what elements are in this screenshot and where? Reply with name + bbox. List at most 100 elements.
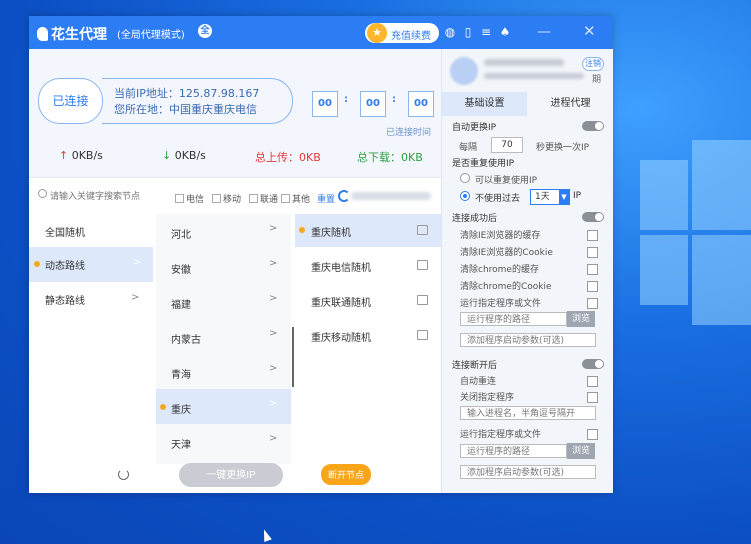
node-list: 重庆随机 重庆电信随机 重庆联通随机 重庆移动随机 <box>295 214 441 464</box>
avatar[interactable] <box>450 57 478 85</box>
chevron-right-icon: > <box>269 433 278 444</box>
bell-icon[interactable]: ♠ <box>498 25 512 39</box>
tab-basic-settings[interactable]: 基础设置 <box>442 92 527 116</box>
run-program-checkbox[interactable] <box>587 298 598 309</box>
auto-reconnect-label: 自动重连 <box>460 377 497 387</box>
status-panel: 已连接 当前IP地址：125.87.98.167 您所在地：中国重庆重庆电信 0… <box>29 49 441 177</box>
chevron-right-icon: > <box>269 398 278 409</box>
reset-link[interactable]: 重置 <box>317 192 335 205</box>
window-icon[interactable]: ▯ <box>461 25 475 39</box>
program-args-field[interactable]: 添加程序启动参数(可选) <box>460 333 596 347</box>
connect-status-button[interactable]: 已连接 <box>38 78 103 124</box>
on-connect-toggle[interactable] <box>582 212 604 222</box>
list-item[interactable]: 重庆移动随机 <box>295 319 441 352</box>
selected-dot-icon <box>299 227 305 233</box>
run-program-checkbox-2[interactable] <box>587 429 598 440</box>
menu-icon[interactable]: ≡ <box>479 25 493 39</box>
disconnect-button[interactable]: 断开节点 <box>321 464 371 485</box>
recharge-button[interactable]: ★ 充值续费 <box>365 23 439 43</box>
blurred-username <box>484 59 564 66</box>
proxy-mode-label: (全局代理模式) <box>117 30 185 41</box>
list-item[interactable]: 动态路线 > <box>29 247 153 282</box>
list-item-label: 重庆移动随机 <box>311 333 371 344</box>
clear-chrome-cache-checkbox[interactable] <box>587 264 598 275</box>
refresh-icon[interactable] <box>118 469 129 480</box>
clear-chrome-cookie-checkbox[interactable] <box>587 281 598 292</box>
refresh-icon[interactable] <box>338 190 350 202</box>
filter-label: 联通 <box>260 195 279 205</box>
program-args-field-2[interactable]: 添加程序启动参数(可选) <box>460 465 596 479</box>
upload-arrow-icon: ↑ <box>59 149 69 162</box>
mode-badge-icon[interactable]: 全 <box>198 24 212 38</box>
filter-label: 移动 <box>223 195 242 205</box>
close-program-checkbox[interactable] <box>587 392 598 403</box>
checkbox[interactable] <box>249 194 258 203</box>
close-program-label: 关闭指定程序 <box>460 393 515 403</box>
list-item[interactable]: 内蒙古 > <box>156 319 291 354</box>
interval-suffix: 秒更换一次IP <box>536 143 590 153</box>
browse-button[interactable]: 浏览 <box>567 311 595 327</box>
list-item[interactable]: 天津 > <box>156 424 291 459</box>
list-item[interactable]: 安徽 > <box>156 249 291 284</box>
list-item[interactable]: 全国随机 <box>29 214 153 249</box>
checkbox[interactable] <box>212 194 221 203</box>
filter-telecom[interactable]: 电信 <box>175 192 204 205</box>
list-item[interactable]: 静态路线 > <box>29 282 153 317</box>
list-item[interactable]: 福建 > <box>156 284 291 319</box>
scrollbar[interactable] <box>292 327 294 387</box>
reuse-unit: IP <box>573 191 582 201</box>
reuse-days-select[interactable]: 1天 ▼ <box>530 189 570 205</box>
message-icon[interactable] <box>417 225 428 235</box>
province-list: 河北 > 安徽 > 福建 > 内蒙古 > 青海 > 重庆 > 天津 > <box>156 214 291 464</box>
tab-process-proxy[interactable]: 进程代理 <box>528 92 613 116</box>
timer-minutes: 00 <box>360 91 386 117</box>
program-path-field[interactable]: 运行程序的路径 <box>460 312 567 326</box>
close-icon[interactable]: ✕ <box>583 22 596 40</box>
radio-reuse-yes[interactable] <box>460 173 470 183</box>
filter-other[interactable]: 其他 <box>281 192 310 205</box>
minimize-icon[interactable]: — <box>537 24 551 40</box>
globe-icon[interactable]: ◍ <box>443 25 457 39</box>
list-item-label: 重庆电信随机 <box>311 263 371 274</box>
upload-speed-value: 0KB/s <box>71 149 103 162</box>
app-logo: 花生代理 <box>37 24 107 44</box>
message-icon[interactable] <box>417 330 428 340</box>
selected-dot-icon <box>160 404 166 410</box>
list-item[interactable]: 重庆联通随机 <box>295 284 441 317</box>
blurred-info <box>351 192 431 200</box>
divider <box>29 177 441 178</box>
clear-ie-cache-checkbox[interactable] <box>587 230 598 241</box>
auto-reconnect-checkbox[interactable] <box>587 376 598 387</box>
message-icon[interactable] <box>417 260 428 270</box>
checkbox[interactable] <box>281 194 290 203</box>
program-path-field-2[interactable]: 运行程序的路径 <box>460 444 567 458</box>
clear-chrome-cookie-label: 清除chrome的Cookie <box>460 282 552 292</box>
list-item-label: 重庆联通随机 <box>311 298 371 309</box>
checkbox[interactable] <box>175 194 184 203</box>
on-disconnect-toggle[interactable] <box>582 359 604 369</box>
download-speed-value: 0KB/s <box>174 149 206 162</box>
change-ip-button[interactable]: 一键更换IP <box>179 463 283 487</box>
list-item[interactable]: 重庆随机 <box>295 214 441 247</box>
list-item[interactable]: 河北 > <box>156 214 291 249</box>
chevron-right-icon: > <box>269 363 278 374</box>
auto-ip-toggle[interactable] <box>582 121 604 131</box>
reuse-yes-label: 可以重复使用IP <box>475 176 538 186</box>
chevron-right-icon: > <box>269 293 278 304</box>
browse-button-2[interactable]: 浏览 <box>567 443 595 459</box>
filter-mobile[interactable]: 移动 <box>212 192 241 205</box>
auto-ip-label: 自动更换IP <box>452 123 497 133</box>
node-search-input[interactable] <box>38 187 174 205</box>
interval-input[interactable]: 70 <box>491 137 523 153</box>
list-item[interactable]: 青海 > <box>156 354 291 389</box>
list-item[interactable]: 重庆 > <box>156 389 291 424</box>
radio-reuse-no[interactable] <box>460 191 470 201</box>
logout-button[interactable]: 注销 <box>582 57 604 71</box>
process-name-field[interactable]: 输入进程名，半角逗号隔开 <box>460 406 596 420</box>
filter-unicom[interactable]: 联通 <box>249 192 278 205</box>
star-icon: ★ <box>367 23 387 43</box>
list-item[interactable]: 重庆电信随机 <box>295 249 441 282</box>
message-icon[interactable] <box>417 295 428 305</box>
on-disconnect-label: 连接断开后 <box>452 361 498 371</box>
clear-ie-cookie-checkbox[interactable] <box>587 247 598 258</box>
